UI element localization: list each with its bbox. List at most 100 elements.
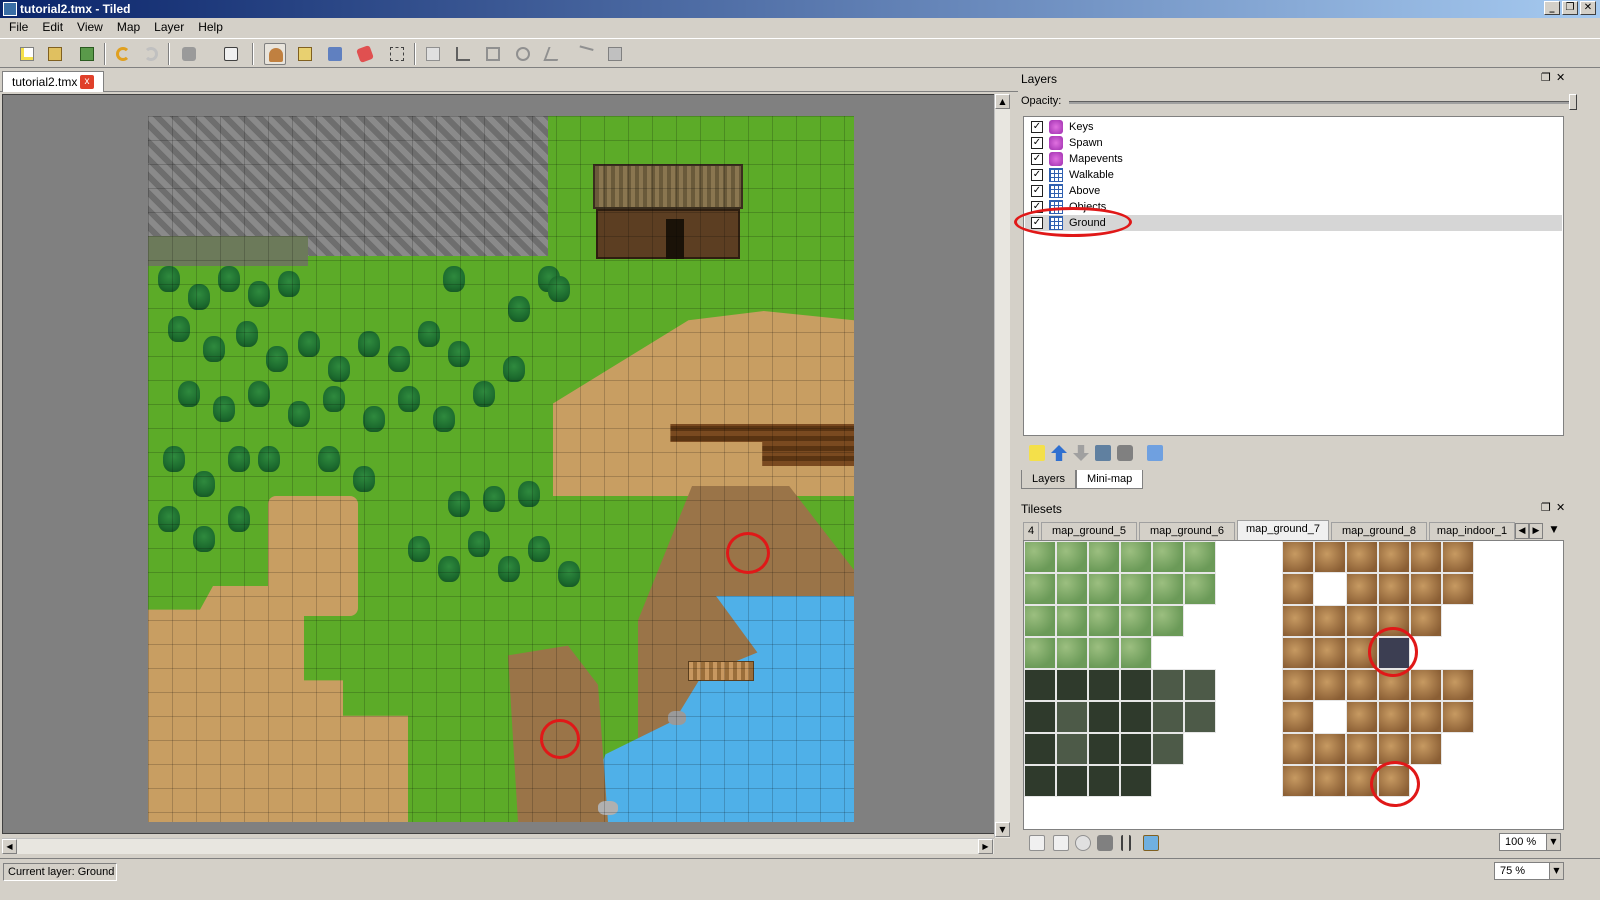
tab-scroll-left-icon[interactable]: ◀ (1515, 523, 1529, 539)
tileset-properties-icon[interactable] (1075, 835, 1091, 851)
layer-row-spawn[interactable]: ✓ Spawn (1025, 135, 1562, 151)
menu-layer[interactable]: Layer (147, 18, 191, 37)
insert-polygon-icon[interactable] (542, 43, 564, 65)
opacity-label: Opacity: (1021, 95, 1062, 107)
object-layer-icon (1049, 152, 1063, 166)
select-objects-icon[interactable] (452, 43, 474, 65)
layer-name: Spawn (1069, 137, 1103, 149)
layer-row-keys[interactable]: ✓ Keys (1025, 119, 1562, 135)
new-tileset-icon[interactable] (1029, 835, 1045, 851)
layers-title-text: Layers (1021, 72, 1058, 86)
tilesets-title-text: Tilesets (1021, 502, 1062, 516)
main-toolbar (0, 38, 1600, 68)
title-bar: tutorial2.tmx - Tiled _ ❐ ✕ (0, 0, 1600, 18)
redo-icon[interactable] (140, 43, 162, 65)
eraser-icon[interactable] (354, 43, 376, 65)
insert-ellipse-icon[interactable] (512, 43, 534, 65)
rect-select-icon[interactable] (386, 43, 408, 65)
layer-row-walkable[interactable]: ✓ Walkable (1025, 167, 1562, 183)
remove-tileset-icon[interactable] (1097, 835, 1113, 851)
minimize-button[interactable]: _ (1544, 1, 1560, 15)
layer-row-above[interactable]: ✓ Above (1025, 183, 1562, 199)
delete-layer-icon[interactable] (1117, 445, 1133, 461)
lower-layer-icon[interactable] (1073, 445, 1089, 461)
random-icon[interactable] (178, 43, 200, 65)
dice-icon[interactable] (220, 43, 242, 65)
layers-toolbar (1023, 442, 1564, 464)
float-icon[interactable]: ❐ (1541, 501, 1551, 514)
tab-tileset-4[interactable]: 4 (1023, 522, 1039, 540)
raise-layer-icon[interactable] (1051, 445, 1067, 461)
map-canvas[interactable] (2, 94, 1002, 834)
undo-icon[interactable] (112, 43, 134, 65)
scroll-right-icon[interactable]: ▶ (978, 839, 993, 854)
visibility-checkbox[interactable]: ✓ (1031, 121, 1043, 133)
document-tabs: tutorial2.tmx x (0, 70, 1018, 92)
insert-tile-icon[interactable] (604, 43, 626, 65)
scroll-up-icon[interactable]: ▲ (995, 94, 1010, 109)
visibility-checkbox[interactable]: ✓ (1031, 185, 1043, 197)
tab-map-ground-7[interactable]: map_ground_7 (1237, 520, 1329, 540)
stamp-brush-icon[interactable] (264, 43, 286, 65)
tileset-grid (1024, 541, 1563, 829)
terrain-brush-icon[interactable] (294, 43, 316, 65)
map-zoom-value: 75 % (1500, 865, 1526, 877)
layers-panel: Layers ❐ ✕ Opacity: ✓ Keys ✓ Spawn ✓ Map… (1014, 70, 1600, 490)
edit-terrain-icon[interactable] (1143, 835, 1159, 851)
tab-layers[interactable]: Layers (1021, 470, 1077, 489)
edit-polygons-icon[interactable] (482, 43, 504, 65)
tileset-view[interactable] (1023, 540, 1564, 830)
maximize-button[interactable]: ❐ (1562, 1, 1578, 15)
save-file-icon[interactable] (76, 43, 98, 65)
visibility-checkbox[interactable]: ✓ (1031, 137, 1043, 149)
insert-polyline-icon[interactable] (574, 43, 596, 65)
object-layer-icon (1049, 120, 1063, 134)
tile-map[interactable] (148, 116, 854, 822)
layer-name: Above (1069, 185, 1101, 197)
menu-view[interactable]: View (70, 18, 110, 37)
scroll-left-icon[interactable]: ◀ (2, 839, 17, 854)
opacity-slider-handle[interactable] (1569, 94, 1577, 110)
close-panel-icon[interactable]: ✕ (1556, 71, 1565, 84)
highlight-circle (540, 719, 580, 759)
close-tab-icon[interactable]: x (80, 75, 94, 89)
open-file-icon[interactable] (44, 43, 66, 65)
menu-map[interactable]: Map (110, 18, 147, 37)
text-cursor-icon[interactable] (1121, 835, 1131, 851)
close-panel-icon[interactable]: ✕ (1556, 501, 1565, 514)
menu-help[interactable]: Help (191, 18, 230, 37)
layer-properties-icon[interactable] (1147, 445, 1163, 461)
menu-file[interactable]: File (2, 18, 35, 37)
opacity-slider[interactable] (1069, 101, 1573, 104)
scroll-down-icon[interactable]: ▼ (995, 822, 1010, 837)
tab-label: tutorial2.tmx (12, 75, 78, 89)
tab-mini-map[interactable]: Mini-map (1076, 470, 1144, 489)
tileset-zoom-select[interactable]: 100 % ▼ (1499, 833, 1561, 851)
tab-map-indoor-1[interactable]: map_indoor_1 (1429, 522, 1515, 540)
import-tileset-icon[interactable] (1053, 835, 1069, 851)
horizontal-scrollbar[interactable]: ◀ ▶ (2, 838, 994, 854)
bucket-fill-icon[interactable] (324, 43, 346, 65)
tab-scroll-right-icon[interactable]: ▶ (1529, 523, 1543, 539)
tab-map-ground-8[interactable]: map_ground_8 (1331, 522, 1427, 540)
close-button[interactable]: ✕ (1580, 1, 1596, 15)
add-layer-icon[interactable] (1029, 445, 1045, 461)
float-icon[interactable]: ❐ (1541, 71, 1551, 84)
layer-list: ✓ Keys ✓ Spawn ✓ Mapevents ✓ Walkable ✓ … (1014, 116, 1564, 436)
magic-wand-icon[interactable] (422, 43, 444, 65)
new-file-icon[interactable] (16, 43, 38, 65)
tab-tutorial2[interactable]: tutorial2.tmx x (2, 71, 104, 92)
menu-edit[interactable]: Edit (35, 18, 70, 37)
tilesets-panel-title: Tilesets ❐ ✕ (1018, 500, 1600, 518)
current-layer-status: Current layer: Ground (3, 863, 117, 881)
chevron-down-icon: ▼ (1549, 863, 1563, 879)
duplicate-layer-icon[interactable] (1095, 445, 1111, 461)
tab-list-dropdown-icon[interactable]: ▼ (1547, 523, 1561, 539)
map-zoom-select[interactable]: 75 % ▼ (1494, 862, 1564, 880)
vertical-scrollbar[interactable]: ▲ ▼ (994, 94, 1010, 838)
visibility-checkbox[interactable]: ✓ (1031, 153, 1043, 165)
layer-row-mapevents[interactable]: ✓ Mapevents (1025, 151, 1562, 167)
tab-map-ground-6[interactable]: map_ground_6 (1139, 522, 1235, 540)
visibility-checkbox[interactable]: ✓ (1031, 169, 1043, 181)
tab-map-ground-5[interactable]: map_ground_5 (1041, 522, 1137, 540)
